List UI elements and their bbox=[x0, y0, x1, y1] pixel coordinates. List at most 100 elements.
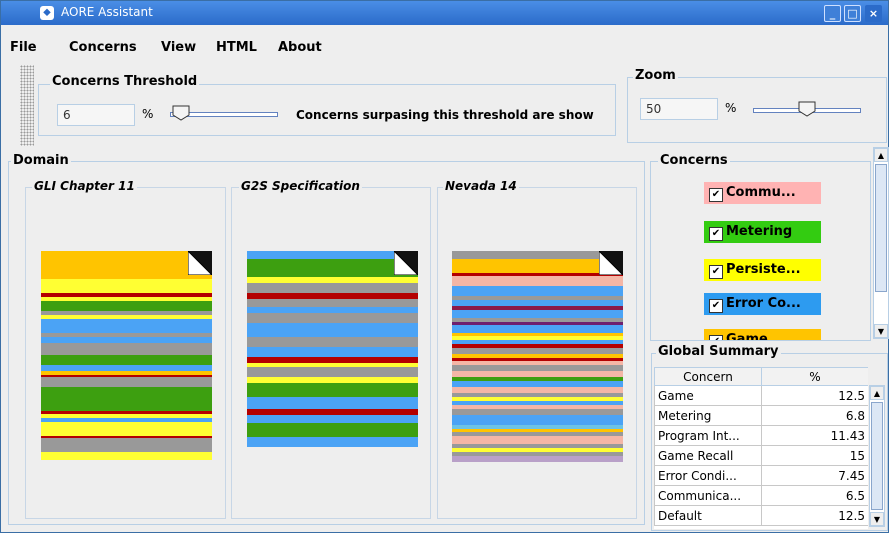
concern-stripe[interactable] bbox=[452, 415, 623, 425]
concern-stripe[interactable] bbox=[452, 325, 623, 333]
concern-stripe[interactable] bbox=[247, 409, 418, 415]
concern-stripe[interactable] bbox=[41, 297, 212, 301]
document-map-nevada[interactable] bbox=[452, 251, 623, 467]
concern-stripe[interactable] bbox=[452, 387, 623, 393]
title-bar[interactable]: ⬥ AORE Assistant _ □ × bbox=[1, 1, 888, 25]
minimize-button[interactable]: _ bbox=[824, 5, 841, 22]
concern-stripe[interactable] bbox=[452, 452, 623, 456]
concern-stripe[interactable] bbox=[452, 336, 623, 340]
concern-stripe[interactable] bbox=[41, 365, 212, 371]
concern-stripe[interactable] bbox=[452, 354, 623, 358]
table-row[interactable]: Error Condi... 7.45 bbox=[654, 465, 868, 486]
concern-stripe[interactable] bbox=[41, 343, 212, 355]
concern-stripe[interactable] bbox=[41, 311, 212, 315]
concern-stripe[interactable] bbox=[247, 367, 418, 377]
concern-stripe[interactable] bbox=[247, 397, 418, 409]
concern-stripe[interactable] bbox=[41, 333, 212, 337]
table-row[interactable]: Default 12.5 bbox=[654, 505, 868, 526]
concern-stripe[interactable] bbox=[247, 383, 418, 397]
concern-checkbox-communication[interactable]: ✔ Commu... bbox=[704, 182, 821, 204]
concern-checkbox-persistence[interactable]: ✔ Persiste... bbox=[704, 259, 821, 281]
concern-checkbox-game[interactable]: ✔Game bbox=[704, 329, 821, 340]
concern-stripe[interactable] bbox=[452, 381, 623, 387]
concern-stripe[interactable] bbox=[452, 286, 623, 296]
zoom-input[interactable]: 50 bbox=[640, 98, 718, 120]
concern-stripe[interactable] bbox=[452, 318, 623, 322]
concern-checkbox-metering[interactable]: ✔ Metering bbox=[704, 221, 821, 243]
concern-stripe[interactable] bbox=[41, 418, 212, 422]
maximize-button[interactable]: □ bbox=[844, 5, 861, 22]
table-row[interactable]: Program Int... 11.43 bbox=[654, 425, 868, 446]
concern-stripe[interactable] bbox=[247, 337, 418, 347]
concern-stripe[interactable] bbox=[452, 251, 623, 259]
concern-stripe[interactable] bbox=[41, 315, 212, 319]
concern-stripe[interactable] bbox=[452, 436, 623, 444]
menu-about[interactable]: About bbox=[278, 40, 322, 55]
concern-stripe[interactable] bbox=[41, 301, 212, 311]
concern-stripe[interactable] bbox=[41, 337, 212, 343]
concern-stripe[interactable] bbox=[41, 422, 212, 436]
concern-stripe[interactable] bbox=[247, 293, 418, 299]
concern-stripe[interactable] bbox=[41, 387, 212, 411]
concern-stripe[interactable] bbox=[452, 409, 623, 415]
table-row[interactable]: Game Recall 15 bbox=[654, 445, 868, 466]
concern-stripe[interactable] bbox=[452, 340, 623, 344]
concerns-scrollbar[interactable]: ▲ ▼ bbox=[873, 147, 889, 339]
concern-stripe[interactable] bbox=[452, 333, 623, 336]
concern-stripe[interactable] bbox=[452, 448, 623, 452]
concern-stripe[interactable] bbox=[452, 444, 623, 448]
concern-stripe[interactable] bbox=[452, 429, 623, 432]
scroll-down-icon[interactable]: ▼ bbox=[870, 512, 884, 526]
toolbar-grip[interactable] bbox=[20, 65, 34, 146]
concern-stripe[interactable] bbox=[41, 377, 212, 387]
concern-stripe[interactable] bbox=[41, 438, 212, 452]
summary-scrollbar[interactable]: ▲ ▼ bbox=[869, 385, 885, 527]
concern-stripe[interactable] bbox=[247, 283, 418, 293]
concern-stripe[interactable] bbox=[41, 293, 212, 297]
concern-stripe[interactable] bbox=[452, 397, 623, 401]
table-row[interactable]: Metering 6.8 bbox=[654, 405, 868, 426]
concern-stripe[interactable] bbox=[247, 437, 418, 447]
concern-stripe[interactable] bbox=[452, 432, 623, 436]
close-button[interactable]: × bbox=[865, 5, 882, 22]
column-header-concern[interactable]: Concern bbox=[654, 367, 762, 386]
concern-stripe[interactable] bbox=[247, 299, 418, 307]
threshold-input[interactable]: 6 bbox=[57, 104, 135, 126]
concern-stripe[interactable] bbox=[452, 405, 623, 409]
concern-stripe[interactable] bbox=[247, 423, 418, 437]
concern-stripe[interactable] bbox=[452, 306, 623, 310]
menu-concerns[interactable]: Concerns bbox=[69, 40, 137, 55]
scrollbar-thumb[interactable] bbox=[875, 164, 887, 292]
zoom-slider-thumb[interactable] bbox=[798, 101, 816, 117]
concern-stripe[interactable] bbox=[247, 259, 418, 277]
scroll-down-icon[interactable]: ▼ bbox=[874, 324, 888, 338]
concern-stripe[interactable] bbox=[247, 323, 418, 337]
concern-stripe[interactable] bbox=[41, 411, 212, 414]
concern-checkbox-error-conditions[interactable]: ✔ Error Co... bbox=[704, 293, 821, 315]
concern-stripe[interactable] bbox=[247, 363, 418, 367]
scroll-up-icon[interactable]: ▲ bbox=[874, 148, 888, 162]
concern-stripe[interactable] bbox=[452, 393, 623, 397]
concern-stripe[interactable] bbox=[452, 273, 623, 276]
concern-stripe[interactable] bbox=[247, 277, 418, 283]
concern-stripe[interactable] bbox=[247, 377, 418, 383]
concern-stripe[interactable] bbox=[452, 401, 623, 405]
concern-stripe[interactable] bbox=[247, 347, 418, 357]
concern-stripe[interactable] bbox=[41, 371, 212, 375]
concern-stripe[interactable] bbox=[247, 307, 418, 313]
concern-stripe[interactable] bbox=[41, 414, 212, 418]
concern-stripe[interactable] bbox=[247, 251, 418, 259]
threshold-slider-thumb[interactable] bbox=[172, 105, 190, 121]
document-map-gli[interactable] bbox=[41, 251, 212, 467]
concern-stripe[interactable] bbox=[452, 358, 623, 361]
concern-stripe[interactable] bbox=[452, 296, 623, 300]
scroll-up-icon[interactable]: ▲ bbox=[870, 386, 884, 400]
concern-stripe[interactable] bbox=[41, 319, 212, 333]
concern-stripe[interactable] bbox=[41, 355, 212, 365]
concern-stripe[interactable] bbox=[41, 436, 212, 438]
concern-stripe[interactable] bbox=[452, 361, 623, 365]
concern-stripe[interactable] bbox=[41, 251, 212, 279]
concern-stripe[interactable] bbox=[452, 377, 623, 381]
concern-stripe[interactable] bbox=[247, 357, 418, 363]
concern-stripe[interactable] bbox=[452, 348, 623, 354]
